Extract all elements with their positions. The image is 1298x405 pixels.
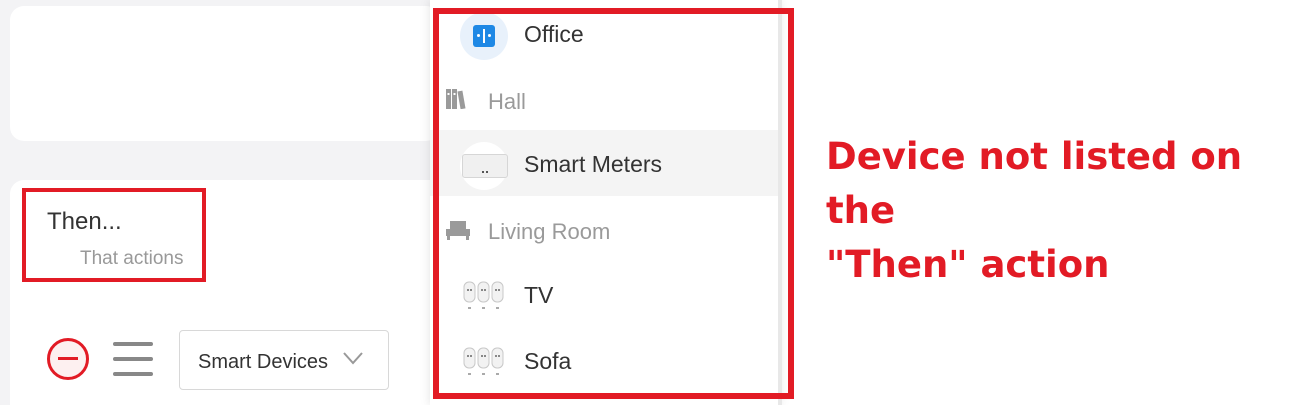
scrollbar[interactable] xyxy=(778,0,782,405)
list-item-label: TV xyxy=(524,282,554,308)
annotation-line-2: "Then" action xyxy=(826,243,1110,286)
list-item-sofa[interactable]: Sofa xyxy=(430,328,780,394)
group-label: Hall xyxy=(488,89,526,114)
device-dropdown-list[interactable]: Office Hall Smart Meters Living Room TV … xyxy=(430,0,780,405)
device-type-select[interactable]: Smart Devices xyxy=(179,330,389,390)
annotation-line-1: Device not listed on the xyxy=(826,135,1243,232)
sofa-icon xyxy=(446,221,470,240)
device-type-select-value: Smart Devices xyxy=(198,351,329,373)
annotation-text: Device not listed on the "Then" action xyxy=(826,130,1296,292)
books-icon xyxy=(446,89,466,109)
smart-plugs-icon xyxy=(463,347,504,375)
group-header-living-room: Living Room xyxy=(430,198,780,264)
list-item-tv[interactable]: TV xyxy=(430,262,780,328)
switch-device-icon xyxy=(460,12,508,60)
smart-meter-icon xyxy=(460,142,508,190)
chevron-down-icon xyxy=(343,352,363,365)
menu-icon[interactable] xyxy=(113,340,155,378)
list-item-label: Office xyxy=(524,21,584,47)
list-item-office[interactable]: Office xyxy=(430,0,780,66)
list-item-label: Sofa xyxy=(524,348,572,374)
annotation-highlight-then xyxy=(22,188,206,282)
smart-plugs-icon xyxy=(463,281,504,309)
if-card xyxy=(10,6,440,141)
group-label: Living Room xyxy=(488,219,611,244)
list-item-smart-meters[interactable]: Smart Meters xyxy=(430,130,780,196)
remove-action-button[interactable] xyxy=(47,338,89,380)
list-item-label: Smart Meters xyxy=(524,151,663,177)
group-header-hall: Hall xyxy=(430,68,780,134)
